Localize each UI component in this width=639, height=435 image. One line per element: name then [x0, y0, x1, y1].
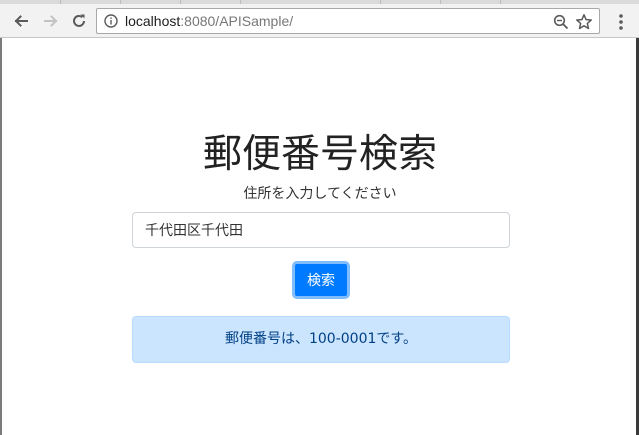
result-alert: 郵便番号は、100-0001です。	[132, 316, 510, 363]
reload-button[interactable]	[66, 8, 92, 34]
info-icon[interactable]	[104, 14, 118, 28]
forward-button[interactable]	[38, 8, 64, 34]
star-icon[interactable]	[575, 13, 593, 31]
instruction-text: 住所を入力してください	[243, 186, 397, 202]
browser-toolbar: localhost:8080/APISample/	[0, 4, 639, 38]
page-content: 郵便番号検索 住所を入力してください 検索 郵便番号は、100-0001です。	[2, 39, 636, 435]
kebab-menu-icon[interactable]	[613, 12, 629, 32]
address-bar[interactable]: localhost:8080/APISample/	[96, 8, 600, 34]
forward-arrow-icon	[44, 15, 58, 27]
url-text[interactable]: localhost:8080/APISample/	[125, 13, 293, 29]
url-host: localhost	[125, 13, 181, 29]
url-path: :8080/APISample/	[180, 13, 294, 29]
address-input[interactable]	[132, 212, 510, 248]
page-title: 郵便番号検索	[202, 132, 437, 177]
reload-icon	[73, 14, 85, 27]
back-arrow-icon	[14, 15, 28, 27]
browser-window: localhost:8080/APISample/ 郵便番号検索 住所を入力して…	[0, 0, 639, 435]
back-button[interactable]	[8, 8, 34, 34]
zoom-out-icon[interactable]	[553, 14, 569, 30]
search-button[interactable]: 検索	[292, 261, 350, 299]
